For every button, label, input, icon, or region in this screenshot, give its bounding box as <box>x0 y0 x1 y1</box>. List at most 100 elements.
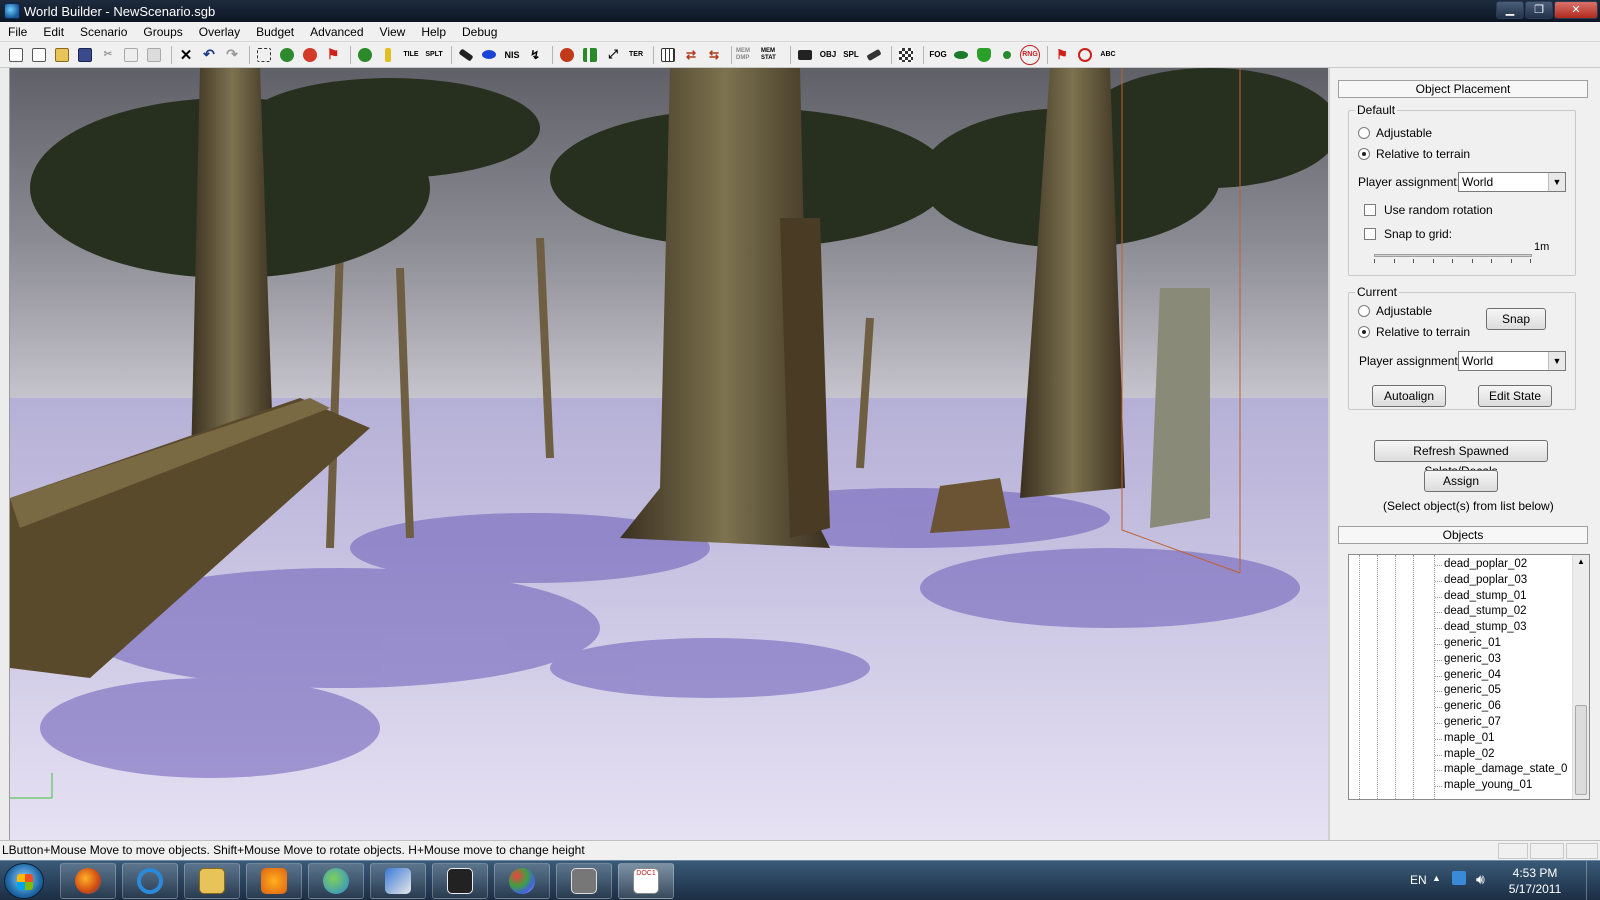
assign-button[interactable]: Assign <box>1424 470 1498 492</box>
list-item[interactable]: dead_stump_01 <box>1434 589 1567 605</box>
objects-scrollbar[interactable]: ▲ <box>1572 555 1589 799</box>
checkbox-icon[interactable] <box>1364 204 1376 216</box>
delete-icon[interactable]: ✕ <box>176 45 196 65</box>
clock[interactable]: 4:53 PM 5/17/2011 <box>1500 865 1570 897</box>
menu-edit[interactable]: Edit <box>35 22 72 42</box>
taskbar-paint[interactable] <box>494 863 550 899</box>
ter-text-icon[interactable]: TER <box>626 45 646 65</box>
list-item[interactable]: generic_07 <box>1434 715 1567 731</box>
menu-budget[interactable]: Budget <box>248 22 302 42</box>
menu-debug[interactable]: Debug <box>454 22 505 42</box>
current-adjustable-radio[interactable]: Adjustable <box>1358 304 1432 318</box>
save-icon[interactable] <box>75 45 95 65</box>
edit-state-button[interactable]: Edit State <box>1478 385 1552 407</box>
menu-scenario[interactable]: Scenario <box>72 22 135 42</box>
splt-text-icon[interactable]: SPLT <box>424 45 444 65</box>
minimize-button[interactable]: ▁ <box>1496 1 1524 19</box>
default-relative-terrain-radio[interactable]: Relative to terrain <box>1358 147 1470 161</box>
units-group-icon[interactable] <box>951 45 971 65</box>
radio-icon[interactable] <box>1358 148 1370 160</box>
camera-move-icon[interactable]: ⇄ <box>681 45 701 65</box>
redo-icon[interactable]: ↷ <box>222 45 242 65</box>
shield-green-icon[interactable] <box>974 45 994 65</box>
default-adjustable-radio[interactable]: Adjustable <box>1358 126 1432 140</box>
paste-icon[interactable] <box>144 45 164 65</box>
language-indicator[interactable]: EN <box>1410 873 1427 887</box>
tray-expand-icon[interactable]: ▲ <box>1432 873 1441 883</box>
close-button[interactable]: ✕ <box>1554 1 1598 19</box>
menu-view[interactable]: View <box>372 22 414 42</box>
terrain-smooth-icon[interactable]: ⤢ <box>603 45 623 65</box>
flag-red-icon[interactable]: ⚑ <box>1052 45 1072 65</box>
select-region-icon[interactable] <box>254 45 274 65</box>
taskbar-media-player[interactable] <box>246 863 302 899</box>
copy-icon[interactable] <box>121 45 141 65</box>
list-item[interactable]: generic_06 <box>1434 699 1567 715</box>
current-relative-terrain-radio[interactable]: Relative to terrain <box>1358 325 1470 339</box>
camera-icon[interactable] <box>795 45 815 65</box>
cut-icon[interactable]: ✂ <box>98 45 118 65</box>
taskbar-internet-explorer[interactable] <box>122 863 178 899</box>
menu-help[interactable]: Help <box>413 22 454 42</box>
snap-to-grid-checkbox[interactable]: Snap to grid: <box>1364 227 1452 241</box>
default-player-assignment-select[interactable]: World ▼ <box>1458 172 1566 192</box>
list-item[interactable]: dead_stump_03 <box>1434 620 1567 636</box>
checkbox-icon[interactable] <box>1364 228 1376 240</box>
network-icon[interactable] <box>1452 871 1466 885</box>
autoalign-button[interactable]: Autoalign <box>1372 385 1446 407</box>
mem-stat-icon[interactable]: MEM STAT <box>761 45 783 65</box>
taskbar-company-of-heroes[interactable] <box>556 863 612 899</box>
list-item[interactable]: generic_05 <box>1434 683 1567 699</box>
maximize-button[interactable]: ❐ <box>1525 1 1553 19</box>
nis-text-icon[interactable]: NIS <box>502 45 522 65</box>
menu-groups[interactable]: Groups <box>135 22 190 42</box>
radio-icon[interactable] <box>1358 127 1370 139</box>
radio-icon[interactable] <box>1358 326 1370 338</box>
water-tool-icon[interactable] <box>479 45 499 65</box>
new-document-icon[interactable] <box>29 45 49 65</box>
start-button[interactable] <box>4 863 44 899</box>
checker-icon[interactable] <box>896 45 916 65</box>
list-item[interactable]: generic_01 <box>1434 636 1567 652</box>
obj-text-icon[interactable]: OBJ <box>818 45 838 65</box>
list-item[interactable]: maple_01 <box>1434 731 1567 747</box>
erase-object-icon[interactable] <box>300 45 320 65</box>
tile-text-icon[interactable]: TILE <box>401 45 421 65</box>
terrain-height-icon[interactable] <box>580 45 600 65</box>
paint-tool-icon[interactable] <box>864 45 884 65</box>
unit-yellow-icon[interactable] <box>378 45 398 65</box>
road-tool-icon[interactable] <box>456 45 476 65</box>
camera-rotate-icon[interactable]: ⇆ <box>704 45 724 65</box>
undo-icon[interactable]: ↶ <box>199 45 219 65</box>
list-item[interactable]: generic_03 <box>1434 652 1567 668</box>
scroll-up-icon[interactable]: ▲ <box>1573 557 1589 566</box>
new-icon[interactable] <box>6 45 26 65</box>
chevron-down-icon[interactable]: ▼ <box>1548 173 1565 191</box>
spl-text-icon[interactable]: SPL <box>841 45 861 65</box>
rng-text-icon[interactable]: RNG <box>1020 44 1040 65</box>
volume-icon[interactable]: 🔊︎ <box>1476 871 1485 888</box>
people-icon[interactable] <box>997 45 1017 65</box>
list-item[interactable]: dead_poplar_02 <box>1434 557 1567 573</box>
unit-green-icon[interactable] <box>355 45 375 65</box>
snap-button[interactable]: Snap <box>1486 308 1546 330</box>
use-random-rotation-checkbox[interactable]: Use random rotation <box>1364 203 1493 217</box>
cannon-icon[interactable] <box>557 45 577 65</box>
tree-placement-icon[interactable] <box>277 45 297 65</box>
menu-advanced[interactable]: Advanced <box>302 22 371 42</box>
list-item[interactable]: maple_young_01 <box>1434 778 1567 794</box>
taskbar-explorer[interactable] <box>184 863 240 899</box>
mem-dmp-icon[interactable]: MEM DMP <box>736 45 758 65</box>
grid-size-slider[interactable] <box>1374 254 1532 257</box>
taskbar-tool[interactable] <box>370 863 426 899</box>
menu-overlay[interactable]: Overlay <box>191 22 248 42</box>
abc-text-icon[interactable]: ABC <box>1098 45 1118 65</box>
refresh-splats-decals-button[interactable]: Refresh Spawned Splats/Decals <box>1374 440 1548 478</box>
3d-viewport[interactable] <box>10 68 1328 840</box>
grid-icon[interactable] <box>658 45 678 65</box>
scrollbar-thumb[interactable] <box>1575 705 1587 795</box>
radio-icon[interactable] <box>1358 305 1370 317</box>
taskbar-messenger[interactable] <box>308 863 364 899</box>
menu-file[interactable]: File <box>0 22 35 42</box>
taskbar-app[interactable] <box>432 863 488 899</box>
